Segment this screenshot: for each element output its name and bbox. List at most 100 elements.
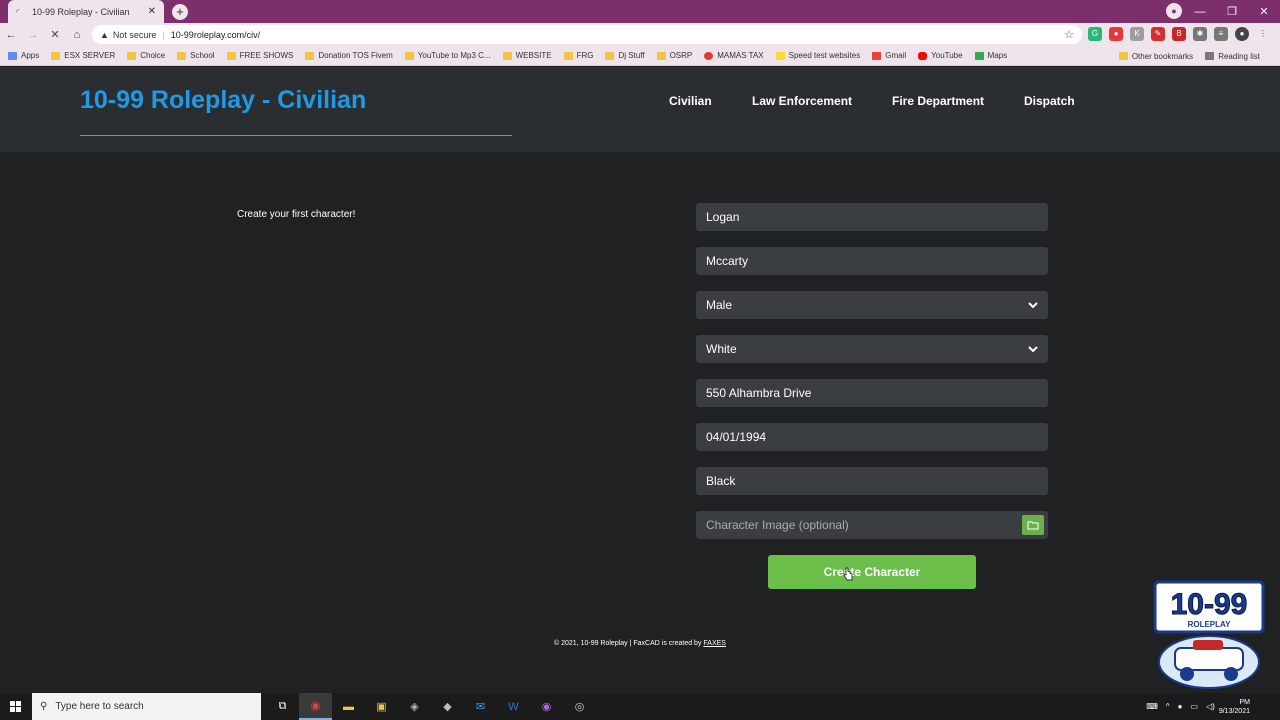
nav-dispatch[interactable]: Dispatch	[1024, 94, 1075, 108]
footer-text: © 2021, 10-99 Roleplay | FaxCAD is creat…	[554, 640, 704, 647]
bookmark-star-icon[interactable]: ☆	[1064, 28, 1074, 41]
first-name-field[interactable]: Logan	[696, 203, 1048, 231]
bookmark-item[interactable]: Apps	[8, 51, 39, 60]
bookmark-item[interactable]: YouTube to Mp3 C...	[404, 51, 491, 60]
nav-civilian[interactable]: Civilian	[669, 94, 712, 108]
tab-close-icon[interactable]: ✕	[148, 6, 156, 17]
folder-icon	[502, 51, 512, 60]
keyboard-icon[interactable]: ⌨	[1146, 702, 1158, 711]
warning-icon: ▲	[100, 29, 109, 40]
store-icon[interactable]: ▣	[365, 693, 398, 720]
window-controls: — ❐ ✕	[1184, 0, 1280, 23]
obs-icon[interactable]: ◎	[563, 693, 596, 720]
home-icon[interactable]: ⌂	[66, 29, 88, 41]
network-icon[interactable]: ▭	[1190, 702, 1198, 711]
file-browse-button[interactable]	[1022, 515, 1044, 535]
extension-b-icon[interactable]: B	[1172, 27, 1186, 41]
restore-icon[interactable]: ❐	[1216, 5, 1248, 18]
bookmark-item[interactable]: WEBSITE	[502, 51, 552, 60]
gmail-icon	[872, 51, 882, 60]
bookmark-item[interactable]: Choice	[127, 51, 165, 60]
volume-icon[interactable]: ◁)	[1206, 702, 1215, 711]
app-dark-icon[interactable]: ◆	[431, 693, 464, 720]
extension-red-icon[interactable]: ●	[1109, 27, 1123, 41]
intro-text: Create your first character!	[237, 209, 356, 220]
roleplay-logo: 10-99 ROLEPLAY	[1153, 580, 1265, 689]
image-placeholder: Character Image (optional)	[706, 518, 849, 532]
new-tab-button[interactable]: +	[172, 4, 188, 20]
site-brand[interactable]: 10-99 Roleplay - Civilian	[80, 86, 366, 115]
nav-fire-department[interactable]: Fire Department	[892, 94, 984, 108]
site-footer: © 2021, 10-99 Roleplay | FaxCAD is creat…	[0, 640, 1280, 647]
bookmark-item[interactable]: Gmail	[872, 51, 906, 60]
avatar[interactable]: ●	[1235, 27, 1249, 41]
menu-icon[interactable]: ⋮	[1256, 27, 1270, 41]
play-icon	[226, 51, 236, 60]
clock-date: 9/13/2021	[1218, 707, 1250, 715]
tray-chevron-icon[interactable]: ^	[1166, 702, 1170, 711]
reading-list[interactable]: Reading list	[1205, 52, 1260, 61]
extension-icons: G ● K ✎ B ✱ ≡ ● ⋮	[1088, 27, 1270, 41]
taskbar-apps: ⧉ ◉ ▬ ▣ ◈ ◆ ✉ W ◉ ◎	[266, 693, 596, 720]
stop-loading-icon[interactable]: ✕	[44, 28, 66, 41]
bookmark-item[interactable]: ESX SERVER	[51, 51, 115, 60]
address-field[interactable]: 550 Alhambra Drive	[696, 379, 1048, 407]
word-icon[interactable]: W	[497, 693, 530, 720]
app-icon[interactable]: ◈	[398, 693, 431, 720]
dob-field[interactable]: 04/01/1994	[696, 423, 1048, 451]
windows-start-icon[interactable]	[0, 693, 32, 720]
task-view-icon[interactable]: ⧉	[266, 693, 299, 720]
folder-icon	[656, 51, 666, 60]
mail-icon[interactable]: ✉	[464, 693, 497, 720]
taskbar-search[interactable]: ⚲ Type here to search	[32, 693, 261, 720]
clock[interactable]: PM 9/13/2021	[1219, 698, 1250, 716]
folder-icon	[127, 51, 137, 60]
chevron-down-icon	[1028, 302, 1038, 309]
bookmark-item[interactable]: FRG	[563, 51, 593, 60]
bookmark-item[interactable]: Maps	[974, 51, 1007, 60]
bookmark-item[interactable]: MAMAS TAX	[704, 51, 764, 60]
url-text: 10-99roleplay.com/civ/	[170, 29, 261, 40]
microphone-icon[interactable]: ●	[1178, 702, 1183, 711]
nav-law-enforcement[interactable]: Law Enforcement	[752, 94, 852, 108]
bookmark-item[interactable]: Speed test websites	[775, 51, 860, 60]
search-icon: ⚲	[40, 701, 48, 712]
faxes-link[interactable]: FAXES	[703, 640, 726, 647]
app-purple-icon[interactable]: ◉	[530, 693, 563, 720]
forward-icon[interactable]: →	[22, 29, 44, 41]
windows-taskbar: ⚲ Type here to search ⧉ ◉ ▬ ▣ ◈ ◆ ✉ W ◉ …	[0, 693, 1280, 720]
browser-tab[interactable]: ◜ 10-99 Roleplay - Civilian ✕	[8, 0, 164, 23]
extension-pen-icon[interactable]: ✎	[1151, 27, 1165, 41]
folder-open-icon	[1027, 521, 1039, 530]
speedtest-icon	[775, 51, 785, 60]
tab-title: 10-99 Roleplay - Civilian	[32, 6, 130, 17]
media-icon[interactable]: ≡	[1214, 27, 1228, 41]
close-window-icon[interactable]: ✕	[1248, 5, 1280, 18]
folder-icon	[1118, 52, 1128, 60]
extension-gray-icon[interactable]: K	[1130, 27, 1144, 41]
minimize-icon[interactable]: —	[1184, 6, 1216, 18]
grammarly-icon[interactable]: G	[1088, 27, 1102, 41]
address-bar[interactable]: ▲ Not secure | 10-99roleplay.com/civ/ ☆	[92, 25, 1082, 44]
last-name-field[interactable]: Mccarty	[696, 247, 1048, 275]
create-character-button[interactable]: Create Character	[768, 555, 976, 589]
puzzle-icon[interactable]: ✱	[1193, 27, 1207, 41]
site-header: 10-99 Roleplay - Civilian Civilian Law E…	[0, 67, 1280, 152]
bookmark-item[interactable]: YouTube	[918, 51, 963, 60]
chrome-icon[interactable]: ◉	[299, 693, 332, 720]
bookmark-item[interactable]: Dj Stuff	[605, 51, 645, 60]
race-value: White	[706, 342, 737, 356]
bookmark-item[interactable]: School	[177, 51, 215, 60]
system-tray: ⌨ ^ ● ▭ ◁) PM 9/13/2021	[1142, 693, 1280, 720]
gender-select[interactable]: Male	[696, 291, 1048, 319]
character-image-field[interactable]: Character Image (optional)	[696, 511, 1048, 539]
profile-icon[interactable]: ●	[1166, 3, 1182, 19]
back-icon[interactable]: ←	[0, 29, 22, 41]
bookmark-item[interactable]: FREE SHOWS	[226, 51, 293, 60]
bookmark-item[interactable]: Donation TOS Fivem	[305, 51, 393, 60]
file-explorer-icon[interactable]: ▬	[332, 693, 365, 720]
hair-color-field[interactable]: Black	[696, 467, 1048, 495]
other-bookmarks[interactable]: Other bookmarks	[1118, 52, 1193, 61]
race-select[interactable]: White	[696, 335, 1048, 363]
bookmark-item[interactable]: OSRP	[656, 51, 692, 60]
